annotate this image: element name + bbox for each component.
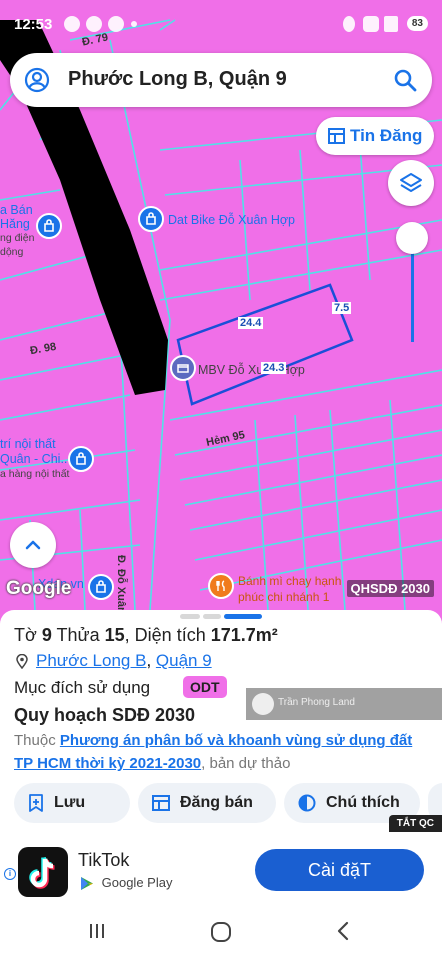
- chrome-icon: [108, 16, 124, 32]
- google-play-icon: [81, 877, 93, 891]
- layers-button[interactable]: [388, 160, 434, 206]
- poi-fragment-line: Quân - Chi...: [0, 452, 71, 466]
- watermark-banner: Trần Phong Land: [246, 688, 442, 720]
- save-button[interactable]: Lưu: [14, 783, 130, 823]
- poi-label-mbv[interactable]: MBV Đỗ Xuân Hợp: [198, 363, 305, 377]
- shop-pin-mid-left[interactable]: [68, 446, 94, 472]
- google-logo: Google: [6, 578, 72, 599]
- search-bar[interactable]: Phước Long B, Quận 9: [10, 53, 432, 107]
- listing-icon: [152, 795, 170, 811]
- restaurant-pin-banh-mi[interactable]: [208, 573, 234, 599]
- ad-app-name: TikTok: [78, 850, 130, 870]
- ward-link[interactable]: Phước Long B: [36, 651, 146, 670]
- poi-fragment-mid-left: trí nội thất Quân - Chi... a hàng nội th…: [0, 437, 71, 482]
- system-nav-bar: [0, 904, 442, 960]
- tin-dang-button[interactable]: Tin Đăng: [316, 117, 434, 155]
- location-icon: [343, 16, 355, 32]
- map-view[interactable]: Đ. 79 Đ. 98 Hẻm 95 Đ. Đỗ Xuân a Bán Hăng…: [0, 0, 442, 610]
- poi-fragment-top-left: a Bán Hăng ng điện dộng: [0, 203, 34, 259]
- district-link[interactable]: Quận 9: [156, 651, 212, 670]
- poi-fragment-line: Hăng: [0, 217, 30, 231]
- tin-dang-label: Tin Đăng: [350, 126, 423, 145]
- area-label: Diện tích: [134, 625, 206, 645]
- poi-fragment-line: ng điện: [0, 232, 35, 244]
- poi-label-banh-mi[interactable]: Bánh mì chay hạnh phúc chi nhánh 1: [238, 573, 358, 605]
- status-bar: 12:53 83: [0, 0, 442, 50]
- ad-info-icon[interactable]: i: [4, 868, 16, 880]
- facebook-icon: [64, 16, 80, 32]
- save-label: Lưu: [54, 794, 86, 811]
- parcel-dim-bottom: 24.3: [261, 362, 287, 374]
- post-for-sale-button[interactable]: Đăng bán: [138, 783, 276, 823]
- sheet-handle-3[interactable]: [224, 614, 262, 619]
- shop-pin-dat-bike[interactable]: [138, 206, 164, 232]
- shop-pin-top-left[interactable]: [36, 213, 62, 239]
- messenger-icon: [86, 16, 102, 32]
- location-pin-icon: [16, 654, 28, 669]
- hide-ads-button[interactable]: TẮT QC: [388, 815, 442, 832]
- recent-apps-icon[interactable]: [86, 920, 108, 942]
- parcel-address: Phước Long B, Quận 9: [16, 651, 212, 671]
- plan-desc-prefix: Thuộc: [14, 732, 56, 749]
- plan-description: Thuộc Phương án phân bố và khoanh vùng s…: [14, 729, 424, 775]
- opacity-slider-handle[interactable]: [396, 222, 428, 254]
- sheet-handle-2[interactable]: [203, 614, 221, 619]
- battery-indicator: 83: [406, 16, 428, 31]
- account-icon[interactable]: [24, 67, 50, 93]
- road-label-do-xuan: Đ. Đỗ Xuân: [115, 555, 127, 610]
- install-button[interactable]: Cài đặT: [255, 849, 424, 891]
- poi-fragment-line: dộng: [0, 246, 24, 258]
- tiktok-logo: [18, 847, 68, 897]
- poi-fragment-line: trí nội thất: [0, 437, 56, 451]
- watermark-avatar: [252, 693, 274, 715]
- to-value: 9: [41, 625, 52, 645]
- poi-fragment-line: a hàng nội thất: [0, 468, 70, 480]
- notification-dot-icon: [131, 21, 137, 27]
- parcel-summary: Tờ 9 Thửa 15, Diện tích 171.7m²: [14, 625, 278, 645]
- search-icon[interactable]: [392, 67, 418, 93]
- ad-store-label: Google Play: [101, 875, 173, 890]
- signal-icon: [384, 16, 398, 32]
- status-time: 12:53: [14, 16, 53, 33]
- bookmark-add-icon: [29, 794, 43, 812]
- legend-label: Chú thích: [326, 794, 400, 811]
- watermark-text: Trần Phong Land: [278, 697, 355, 708]
- thua-value: 15: [104, 625, 125, 645]
- bank-pin-mbv[interactable]: [170, 355, 196, 381]
- plan-title: Quy hoạch SDĐ 2030: [14, 705, 196, 725]
- layers-icon: [400, 173, 422, 192]
- plan-desc-suffix: , bản dự thảo: [201, 755, 291, 772]
- wifi-icon: [363, 16, 379, 32]
- parcel-info-sheet[interactable]: Tờ 9 Thửa 15, Diện tích 171.7m² Phước Lo…: [0, 610, 442, 842]
- parcel-dim-top: 24.4: [238, 317, 264, 329]
- thua-label: Thửa: [56, 625, 100, 645]
- poi-label-dat-bike[interactable]: Dat Bike Đỗ Xuân Hợp: [168, 213, 295, 227]
- expand-up-button[interactable]: [10, 522, 56, 568]
- ad-store: Google Play: [80, 875, 172, 891]
- area-value: 171.7m²: [210, 625, 278, 645]
- contrast-icon: [298, 794, 316, 812]
- land-use-code-badge[interactable]: ODT: [183, 676, 227, 698]
- poi-fragment-line: a Bán: [0, 203, 33, 217]
- listing-icon: [328, 128, 345, 144]
- back-icon[interactable]: [333, 920, 355, 942]
- map-layer-code: QHSDĐ 2030: [346, 580, 434, 597]
- chevron-up-icon: [25, 540, 41, 550]
- shop-pin-bottom-left[interactable]: [88, 574, 114, 600]
- parcel-dim-side: 7.5: [332, 302, 352, 314]
- to-label: Tờ: [14, 625, 37, 645]
- purpose-label: Mục đích sử dụng: [14, 678, 151, 697]
- ad-banner[interactable]: i TikTok Google Play Cài đặT: [0, 842, 442, 904]
- sheet-handle-1[interactable]: [180, 614, 200, 619]
- address-separator: ,: [146, 651, 156, 670]
- home-icon[interactable]: [209, 920, 233, 944]
- post-label: Đăng bán: [180, 794, 253, 811]
- search-location-title[interactable]: Phước Long B, Quận 9: [68, 68, 287, 91]
- selected-parcel-outline: [176, 283, 354, 406]
